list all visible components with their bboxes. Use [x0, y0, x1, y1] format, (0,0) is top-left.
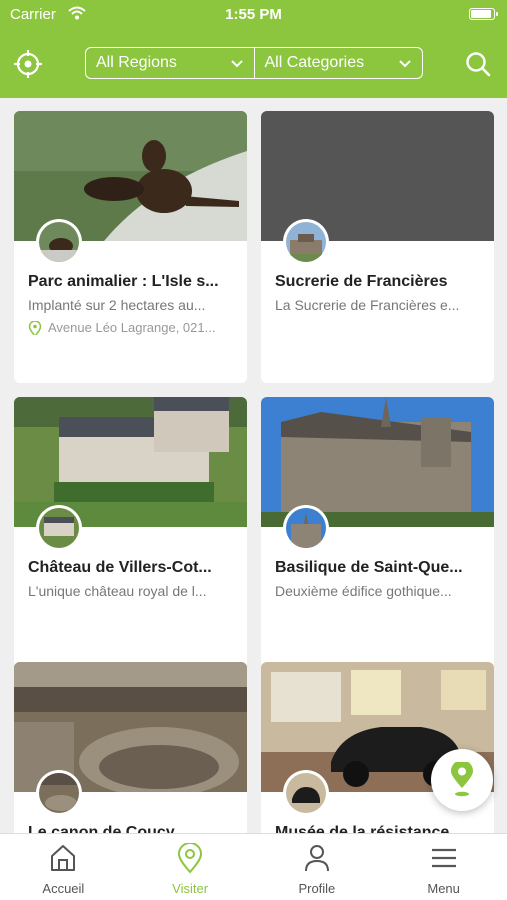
tab-visiter[interactable]: Visiter	[127, 834, 254, 900]
status-bar: Carrier 1:55 PM	[0, 0, 507, 30]
filter-bar: All Regions All Categories	[85, 47, 423, 79]
place-title: Parc animalier : L'Isle s...	[28, 273, 219, 290]
place-thumbnail	[39, 222, 79, 262]
place-card[interactable]: Parc animalier : L'Isle s... Implanté su…	[14, 111, 247, 383]
tab-profile[interactable]: Profile	[254, 834, 381, 900]
app-header: All Regions All Categories	[0, 30, 507, 98]
tab-menu[interactable]: Menu	[380, 834, 507, 900]
place-description: Implanté sur 2 hectares au...	[28, 297, 206, 313]
tab-label: Profile	[298, 881, 336, 896]
place-thumbnail	[39, 773, 79, 813]
search-icon[interactable]	[463, 49, 493, 79]
battery-icon	[469, 8, 498, 20]
tab-label: Accueil	[42, 881, 85, 896]
place-card[interactable]: Le canon de Coucy	[14, 662, 247, 833]
place-thumbnail	[39, 508, 79, 548]
place-title: Musée de la résistance	[275, 824, 450, 833]
place-description: L'unique château royal de l...	[28, 583, 207, 599]
place-thumbnail	[286, 773, 326, 813]
map-pin-icon	[178, 843, 203, 874]
user-icon	[304, 845, 329, 872]
tab-label: Visiter	[172, 881, 209, 896]
place-description: La Sucrerie de Francières e...	[275, 297, 460, 313]
home-icon	[51, 845, 76, 871]
place-address: Avenue Léo Lagrange, 021...	[28, 320, 233, 335]
place-thumbnail	[286, 222, 326, 262]
place-card[interactable]: Château de Villers-Cot... L'unique châte…	[14, 397, 247, 669]
places-grid: Parc animalier : L'Isle s... Implanté su…	[14, 111, 494, 833]
place-card[interactable]: Basilique de Saint-Que... Deuxième édifi…	[261, 397, 494, 669]
crosshair-icon[interactable]	[13, 49, 43, 79]
place-card[interactable]: Sucrerie de Francières La Sucrerie de Fr…	[261, 111, 494, 383]
location-pin-icon	[28, 321, 42, 335]
category-filter-label: All Categories	[264, 54, 365, 71]
place-description: Deuxième édifice gothique...	[275, 583, 452, 599]
tab-bar: Accueil Visiter Profile Menu	[0, 833, 507, 900]
region-filter[interactable]: All Regions	[86, 48, 254, 78]
place-title: Basilique de Saint-Que...	[275, 559, 463, 576]
region-filter-label: All Regions	[96, 54, 177, 71]
place-title: Le canon de Coucy	[28, 824, 175, 833]
tab-accueil[interactable]: Accueil	[0, 834, 127, 900]
menu-icon	[431, 848, 456, 868]
map-view-button[interactable]	[431, 749, 493, 811]
place-title: Château de Villers-Cot...	[28, 559, 212, 576]
place-title: Sucrerie de Francières	[275, 273, 448, 290]
place-address-text: Avenue Léo Lagrange, 021...	[48, 320, 216, 335]
clock: 1:55 PM	[225, 6, 282, 23]
category-filter[interactable]: All Categories	[253, 48, 423, 78]
chevron-down-icon	[399, 60, 411, 68]
tab-label: Menu	[427, 881, 460, 896]
chevron-down-icon	[230, 60, 243, 68]
map-pin-icon	[451, 762, 473, 797]
place-thumbnail	[286, 508, 326, 548]
